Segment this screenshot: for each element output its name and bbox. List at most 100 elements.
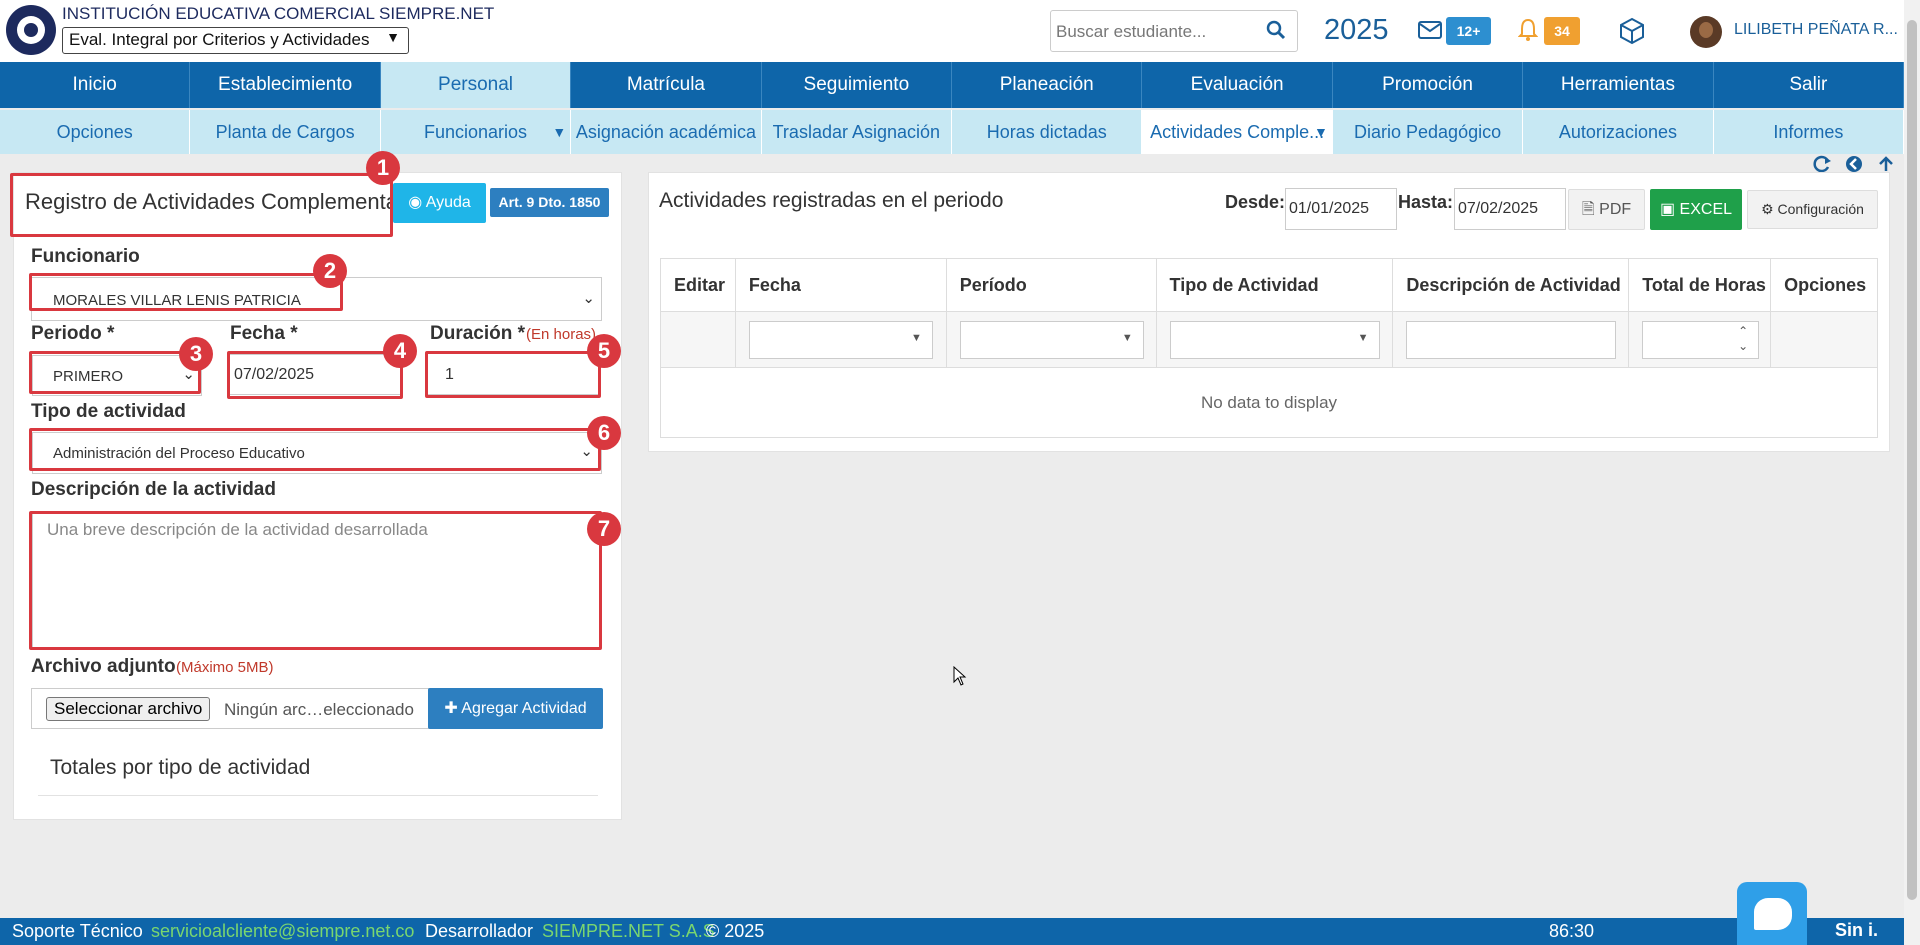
user-avatar[interactable] [1690,16,1722,48]
annotation-badge-7: 7 [587,512,621,546]
school-year[interactable]: 2025 [1324,14,1389,47]
annotation-badge-1: 1 [366,151,400,185]
submenu-opciones[interactable]: Opciones [0,110,191,154]
menu-herramientas[interactable]: Herramientas [1523,62,1714,108]
menu-evaluacion[interactable]: Evaluación [1142,62,1333,108]
funcionario-label: Funcionario [31,246,140,267]
total-horas-filter[interactable]: ⌃ ⌄ [1642,320,1760,359]
bell-icon[interactable] [1518,18,1538,42]
submenu-horas-dictadas[interactable]: Horas dictadas [952,110,1143,154]
developer-name[interactable]: SIEMPRE.NET S.A.S [542,921,715,942]
menu-planeacion[interactable]: Planeación [952,62,1143,108]
cube-icon[interactable] [1618,17,1646,45]
developer-label: Desarrollador [425,921,534,941]
fecha-filter[interactable]: ▼ [748,320,933,359]
lifebuoy-icon: ◉ [408,194,423,211]
help-button[interactable]: ◉ Ayuda [393,183,486,223]
arrow-up-icon[interactable] [1877,155,1895,173]
col-editar[interactable]: Editar [660,258,736,312]
menu-seguimiento[interactable]: Seguimiento [761,62,953,108]
student-search[interactable]: Buscar estudiante... [1050,10,1298,52]
back-icon[interactable] [1845,155,1863,173]
menu-salir[interactable]: Salir [1713,62,1905,108]
refresh-icon[interactable] [1812,155,1832,173]
evaluation-mode-select[interactable]: Eval. Integral por Criterios y Actividad… [62,27,409,54]
menu-personal[interactable]: Personal [380,62,572,108]
main-menu: Inicio Establecimiento Personal Matrícul… [0,62,1905,108]
institution-name: INSTITUCIÓN EDUCATIVA COMERCIAL SIEMPRE.… [62,4,495,23]
brand-logo[interactable]: Sin i. [1835,920,1878,941]
pdf-button[interactable]: 🗎 PDF [1568,189,1645,230]
annotation-box-4 [227,351,403,399]
descripcion-label: Descripción de la actividad [31,479,276,500]
file-input[interactable]: Seleccionar archivo Ningún arc…elecciona… [31,688,429,729]
submenu-autorizaciones[interactable]: Autorizaciones [1523,110,1714,154]
mail-icon[interactable] [1418,20,1442,40]
search-icon[interactable] [1265,19,1287,41]
submenu-actividades-complementarias[interactable]: Actividades Comple... ▼ [1142,110,1333,154]
col-descripcion[interactable]: Descripción de Actividad [1392,258,1630,312]
support-email[interactable]: servicioalcliente@siempre.net.co [151,921,414,942]
annotation-badge-3: 3 [179,337,213,371]
menu-inicio[interactable]: Inicio [0,62,191,108]
totals-divider [38,795,598,796]
user-name[interactable]: LILIBETH PEÑATA R... [1734,21,1898,39]
config-button[interactable]: ⚙ Configuración [1747,190,1878,229]
submenu-asignacion-academica[interactable]: Asignación académica [571,110,762,154]
annotation-box-5 [425,351,601,398]
annotation-badge-2: 2 [313,254,347,288]
notifications-badge[interactable]: 34 [1544,17,1580,45]
duracion-hint: (En horas) [526,326,597,343]
filter-row: ▼ ▼ ▼ ⌃ ⌄ [660,311,1878,368]
sub-menu: Opciones Planta de Cargos Funcionarios ▼ … [0,110,1905,154]
submenu-planta-cargos[interactable]: Planta de Cargos [190,110,381,154]
select-file-button[interactable]: Seleccionar archivo [46,697,211,721]
messages-badge[interactable]: 12+ [1446,17,1491,45]
empty-message: No data to display [660,367,1878,438]
periodo-filter[interactable]: ▼ [959,320,1144,359]
menu-promocion[interactable]: Promoción [1332,62,1524,108]
search-input[interactable]: Buscar estudiante... [1056,22,1206,42]
col-periodo[interactable]: Período [945,258,1157,312]
submenu-trasladar-asignacion[interactable]: Trasladar Asignación [761,110,953,154]
scrollbar-thumb[interactable] [1907,20,1917,900]
duracion-label: Duración * [430,323,526,344]
submenu-diario-pedagogico[interactable]: Diario Pedagógico [1332,110,1524,154]
institution-logo[interactable] [6,5,56,55]
chevron-down-icon: ▼ [386,29,400,45]
evaluation-mode-value: Eval. Integral por Criterios y Actividad… [69,30,370,49]
annotation-box-1 [10,173,393,237]
list-title: Actividades registradas en el periodo [659,189,1004,212]
caret-down-icon: ▼ [910,331,922,344]
submenu-informes[interactable]: Informes [1713,110,1905,154]
desde-input[interactable]: 01/01/2025 [1285,188,1397,230]
totals-title: Totales por tipo de actividad [50,756,311,779]
excel-button[interactable]: ▣ EXCEL [1650,189,1742,230]
add-activity-button[interactable]: ✚ Agregar Actividad [428,688,603,729]
col-total-horas[interactable]: Total de Horas [1628,258,1772,312]
menu-establecimiento[interactable]: Establecimiento [190,62,381,108]
fecha-label: Fecha * [230,323,298,344]
spinner-icon[interactable]: ⌃ ⌄ [1738,324,1748,354]
chat-widget-button[interactable] [1737,882,1807,945]
caret-down-icon: ▼ [552,124,567,140]
desde-value: 01/01/2025 [1289,200,1370,217]
page-scrollbar[interactable] [1904,0,1920,945]
hasta-value: 07/02/2025 [1458,200,1539,217]
article-badge[interactable]: Art. 9 Dto. 1850 [490,188,609,217]
copyright: © 2025 [706,921,765,941]
hasta-input[interactable]: 07/02/2025 [1454,188,1566,230]
col-fecha[interactable]: Fecha [734,258,947,312]
archivo-hint: (Máximo 5MB) [176,659,274,676]
annotation-box-3 [29,351,201,394]
descripcion-filter[interactable] [1406,320,1617,359]
col-tipo-actividad[interactable]: Tipo de Actividad [1155,258,1394,312]
menu-matricula[interactable]: Matrícula [571,62,762,108]
annotation-badge-6: 6 [587,416,621,450]
submenu-funcionarios[interactable]: Funcionarios ▼ [380,110,572,154]
support-label: Soporte Técnico [12,921,143,941]
tipo-actividad-filter[interactable]: ▼ [1169,320,1380,359]
caret-down-icon: ▼ [1121,331,1133,344]
col-opciones[interactable]: Opciones [1770,258,1878,312]
annotation-box-2 [29,273,343,311]
